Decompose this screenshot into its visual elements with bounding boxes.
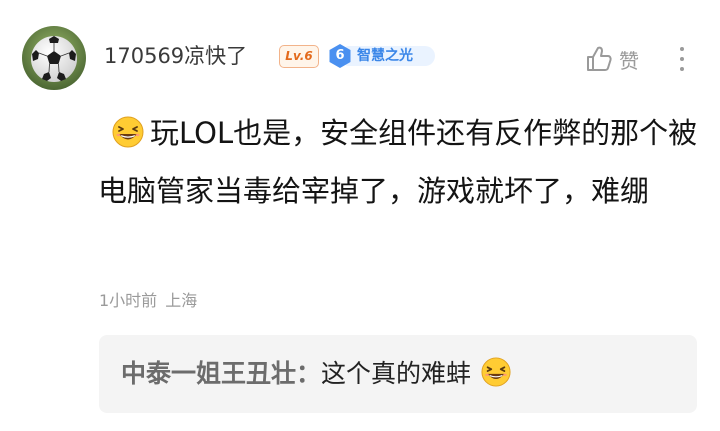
comment-body: 玩LOL也是，安全组件还有反作弊的那个被电脑管家当毒给宰掉了，游戏就坏了，难绷: [98, 104, 698, 220]
honor-badge[interactable]: 6 智慧之光: [327, 43, 435, 69]
reply-author[interactable]: 中泰一姐王丑壮: [121, 359, 296, 388]
reply-line: 中泰一姐王丑壮：这个真的难蚌: [121, 355, 511, 393]
like-label: 赞: [619, 48, 639, 73]
comment-text: 玩LOL也是，安全组件还有反作弊的那个被电脑管家当毒给宰掉了，游戏就坏了，难绷: [98, 116, 698, 208]
reply-preview[interactable]: 中泰一姐王丑壮：这个真的难蚌: [99, 335, 697, 413]
grinning-squint-emoji-icon: [481, 357, 511, 387]
grinning-squint-emoji-icon: [112, 116, 144, 148]
honor-title: 智慧之光: [357, 48, 413, 64]
soccer-ball-icon: [22, 26, 86, 90]
reply-separator: ：: [296, 359, 322, 388]
location: 上海: [165, 291, 198, 310]
thumbs-up-icon: [587, 46, 612, 71]
timestamp: 1小时前: [99, 291, 158, 310]
username[interactable]: 170569凉快了: [104, 42, 247, 70]
like-button[interactable]: 赞: [584, 42, 639, 76]
reply-content: 这个真的难蚌: [321, 359, 472, 388]
more-options-button[interactable]: [672, 42, 692, 76]
vertical-ellipsis-icon: [680, 47, 684, 71]
avatar[interactable]: [22, 26, 86, 90]
honor-level: 6: [335, 48, 345, 63]
level-badge: Lv.6: [279, 45, 319, 68]
comment-meta: 1小时前 上海: [99, 290, 197, 312]
